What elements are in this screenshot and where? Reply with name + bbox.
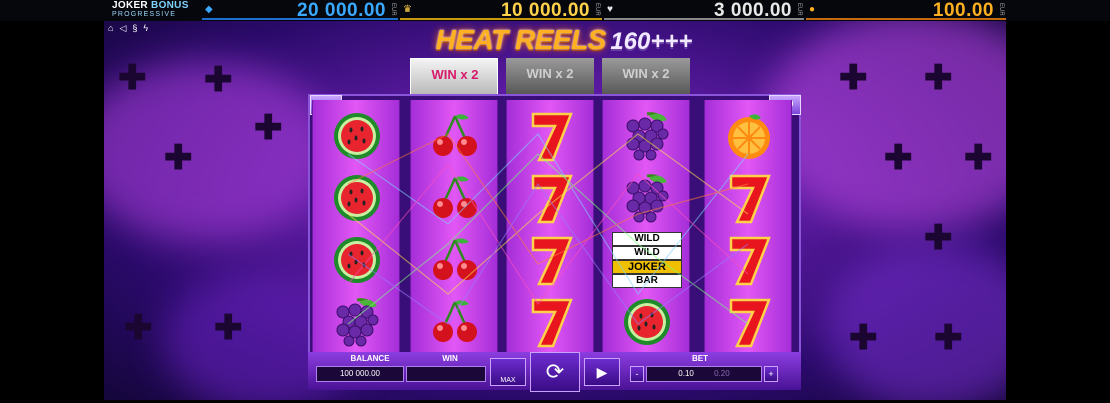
jackpot-currency: EUR <box>390 3 396 16</box>
balance-label: BALANCE <box>350 354 390 363</box>
lightning-icon[interactable]: ϟ <box>143 23 148 33</box>
plus-deco-icon: ✚ <box>839 59 868 97</box>
bet-decrease-button[interactable]: - <box>630 366 644 382</box>
jackpot-value: 20 000.00 <box>296 0 386 21</box>
minus-icon: - <box>635 369 639 379</box>
jackpot-currency: EUR <box>796 3 802 16</box>
multiplier-header: WIN x 2 <box>506 58 594 96</box>
jackpot-value: 100.00 <box>932 0 994 21</box>
jackpot-tier-1: ◆ 20 000.00 EUR <box>202 0 398 21</box>
win-value <box>406 366 486 382</box>
plus-deco-icon: ✚ <box>964 139 993 177</box>
plus-deco-icon: ✚ <box>934 319 963 357</box>
plus-deco-icon: ✚ <box>924 59 953 97</box>
plus-deco-icon: ✚ <box>204 61 233 99</box>
joker-bonus-logo: JOKER BONUS PROGRESSIVE <box>110 0 202 21</box>
coin-icon: ● <box>809 4 816 15</box>
bet-value: 0.10 <box>678 369 694 378</box>
jackpot-currency: EUR <box>594 3 600 16</box>
win-label: WIN <box>442 354 458 363</box>
plus-deco-icon: ✚ <box>924 219 953 257</box>
autoplay-button[interactable]: ▶ <box>584 358 620 386</box>
multiplier-label: WIN x 2 <box>431 67 479 82</box>
title-main: HEAT REELS <box>435 24 607 55</box>
refresh-icon: ⟳ <box>545 359 565 384</box>
multiplier-label: WIN x 2 <box>526 66 574 81</box>
logo-text: JOKER <box>112 0 148 11</box>
plus-deco-icon: ✚ <box>118 59 147 97</box>
crown-icon: ♛ <box>403 4 412 15</box>
sound-icon[interactable]: ◁ <box>119 23 126 33</box>
bet-increase-button[interactable]: + <box>764 366 778 382</box>
balance-value: 100 000.00 <box>316 366 404 382</box>
max-bet-button[interactable]: MAX <box>490 358 526 386</box>
jackpot-currency: EUR <box>998 3 1004 16</box>
home-icon[interactable]: ⌂ <box>108 23 113 33</box>
multiplier-header-active: WIN x 2 <box>410 58 498 96</box>
top-left-menu: ⌂ ◁ § ϟ <box>108 23 154 34</box>
logo-subtext: PROGRESSIVE <box>112 11 177 18</box>
diamond-icon: ◆ <box>205 4 213 15</box>
bet-label: BET <box>692 354 708 363</box>
bet-next-value: 0.20 <box>714 369 730 378</box>
plus-deco-icon: ✚ <box>849 319 878 357</box>
multiplier-header: WIN x 2 <box>602 58 690 96</box>
plus-deco-icon: ✚ <box>254 109 283 147</box>
plus-deco-icon: ✚ <box>884 139 913 177</box>
plus-deco-icon: ✚ <box>124 309 153 347</box>
logo-text: BONUS <box>151 0 189 11</box>
jackpot-bar: JOKER BONUS PROGRESSIVE ◆ 20 000.00 EUR … <box>0 0 1110 21</box>
plus-deco-icon: ✚ <box>214 309 243 347</box>
play-icon: ▶ <box>596 364 608 380</box>
jackpot-value: 3 000.00 <box>714 0 792 21</box>
bet-value-box: 0.10 0.20 <box>646 366 762 382</box>
plus-icon: + <box>768 369 774 379</box>
jackpot-tier-2: ♛ 10 000.00 EUR <box>400 0 602 21</box>
spin-button[interactable]: ⟳ <box>530 352 580 392</box>
jackpot-tier-3: ♥ 3 000.00 EUR <box>604 0 804 21</box>
paragraph-icon[interactable]: § <box>132 23 137 33</box>
jackpot-value: 10 000.00 <box>500 0 590 21</box>
max-label: MAX <box>500 377 516 384</box>
paylines-overlay <box>347 133 749 325</box>
game-title: HEAT REELS 160+++ <box>404 24 724 58</box>
multiplier-label: WIN x 2 <box>622 66 670 81</box>
title-number: 160+++ <box>610 28 693 55</box>
plus-deco-icon: ✚ <box>164 139 193 177</box>
jackpot-tier-4: ● 100.00 EUR <box>806 0 1006 21</box>
heart-icon: ♥ <box>607 4 613 15</box>
